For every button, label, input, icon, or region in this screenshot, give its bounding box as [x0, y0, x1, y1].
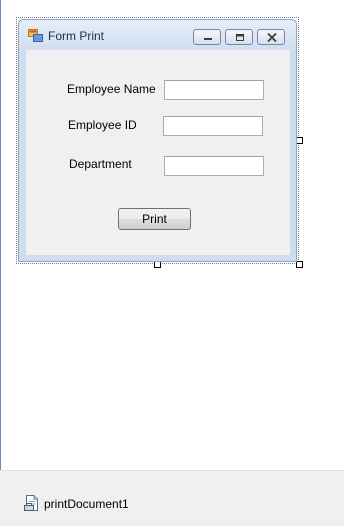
- close-icon: [267, 33, 277, 42]
- resize-handle-right[interactable]: [296, 137, 303, 144]
- minimize-button[interactable]: [193, 29, 221, 45]
- window-title: Form Print: [48, 29, 105, 43]
- maximize-button[interactable]: [225, 29, 253, 45]
- maximize-icon: [236, 34, 244, 41]
- form-icon: [28, 29, 43, 42]
- employee-id-field[interactable]: [163, 116, 263, 136]
- designer-surface-edge: [0, 0, 1, 470]
- form-window: Form Print Employee Name Employee ID Dep…: [18, 19, 297, 262]
- employee-name-field[interactable]: [164, 80, 264, 100]
- print-document-label[interactable]: printDocument1: [44, 497, 129, 511]
- close-button[interactable]: [257, 29, 285, 45]
- title-bar[interactable]: Form Print: [19, 20, 296, 50]
- minimize-icon: [204, 38, 212, 40]
- print-button[interactable]: Print: [118, 208, 191, 230]
- employee-name-label: Employee Name: [67, 82, 156, 96]
- resize-handle-corner[interactable]: [296, 261, 303, 268]
- resize-handle-bottom[interactable]: [154, 261, 161, 268]
- department-field[interactable]: [164, 156, 264, 176]
- form-client-area: Employee Name Employee ID Department Pri…: [26, 50, 290, 255]
- component-tray: printDocument1: [0, 470, 344, 526]
- print-document-icon[interactable]: [23, 494, 41, 512]
- employee-id-label: Employee ID: [68, 118, 137, 132]
- department-label: Department: [69, 157, 132, 171]
